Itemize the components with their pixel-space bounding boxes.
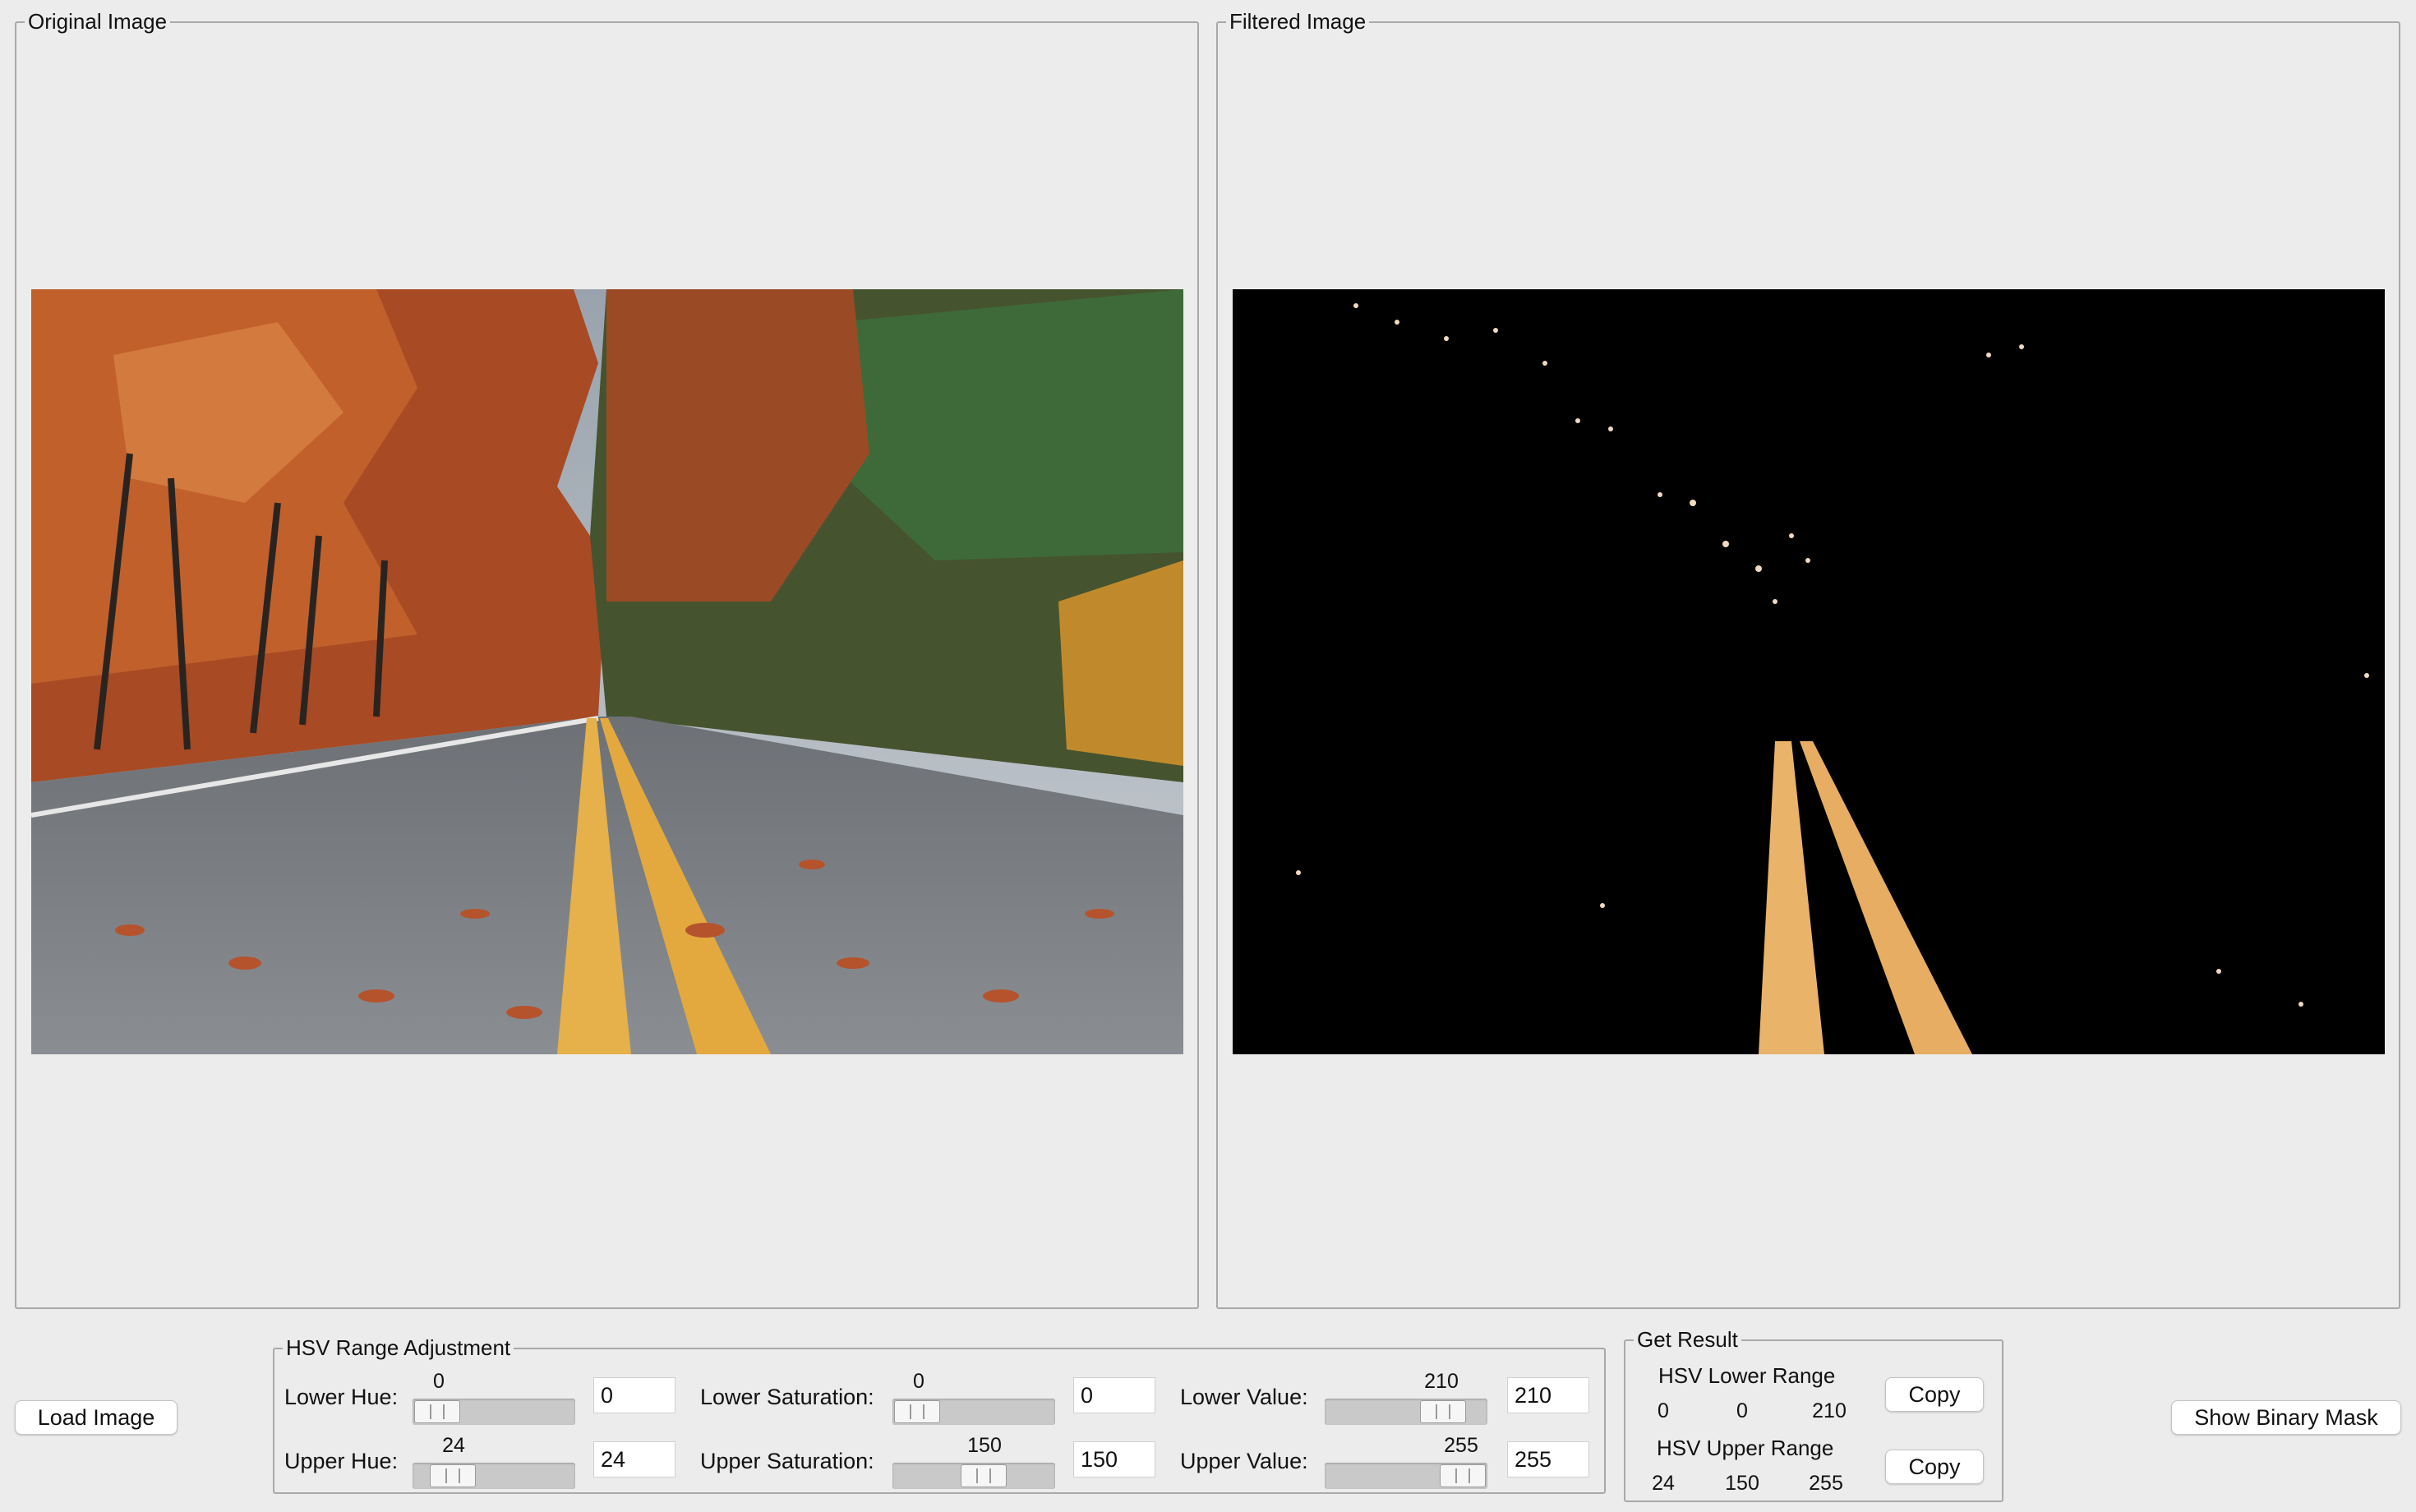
- lower-hue-slider-value: 0: [433, 1370, 445, 1393]
- lower-saturation-input[interactable]: [1073, 1377, 1155, 1413]
- hsv-range-adjustment-title: HSV Range Adjustment: [283, 1335, 514, 1360]
- upper-hue-slider-thumb[interactable]: [429, 1464, 476, 1487]
- upper-hue-slider[interactable]: [413, 1463, 575, 1489]
- hsv-lower-h-value: 0: [1658, 1399, 1669, 1422]
- lower-value-input[interactable]: [1507, 1377, 1589, 1413]
- lower-hue-slider-thumb[interactable]: [414, 1400, 460, 1423]
- load-image-button[interactable]: Load Image: [15, 1400, 178, 1435]
- lower-hue-label: Lower Hue:: [284, 1385, 399, 1409]
- upper-saturation-slider-value: 150: [967, 1434, 1002, 1457]
- upper-value-label: Upper Value:: [1180, 1449, 1308, 1473]
- upper-hue-label: Upper Hue:: [284, 1449, 399, 1473]
- copy-lower-range-button[interactable]: Copy: [1885, 1377, 1984, 1412]
- lower-hue-input[interactable]: [593, 1377, 675, 1413]
- hsv-lower-s-value: 0: [1736, 1399, 1748, 1422]
- filtered-image-title: Filtered Image: [1226, 9, 1370, 34]
- hsv-upper-v-value: 255: [1809, 1472, 1843, 1495]
- get-result-title: Get Result: [1634, 1327, 1741, 1352]
- upper-saturation-input[interactable]: [1073, 1441, 1155, 1477]
- lower-saturation-slider-value: 0: [913, 1370, 924, 1393]
- upper-value-input[interactable]: [1507, 1441, 1589, 1477]
- lower-value-label: Lower Value:: [1180, 1385, 1308, 1409]
- hsv-upper-range-label: HSV Upper Range: [1657, 1436, 1834, 1460]
- lower-saturation-slider-thumb[interactable]: [894, 1400, 940, 1423]
- upper-value-slider-thumb[interactable]: [1440, 1464, 1486, 1487]
- hsv-upper-h-value: 24: [1652, 1472, 1675, 1495]
- upper-saturation-slider[interactable]: [892, 1463, 1055, 1489]
- hsv-upper-s-value: 150: [1725, 1472, 1759, 1495]
- original-image-title: Original Image: [25, 9, 171, 34]
- upper-saturation-slider-thumb[interactable]: [961, 1464, 1007, 1487]
- upper-saturation-label: Upper Saturation:: [700, 1449, 874, 1473]
- lower-saturation-label: Lower Saturation:: [700, 1385, 874, 1409]
- filtered-image: [1233, 289, 2385, 1054]
- copy-upper-range-button[interactable]: Copy: [1885, 1450, 1984, 1484]
- lower-value-slider-thumb[interactable]: [1419, 1400, 1466, 1423]
- hsv-lower-v-value: 210: [1812, 1399, 1847, 1422]
- upper-value-slider[interactable]: [1325, 1463, 1487, 1489]
- show-binary-mask-button[interactable]: Show Binary Mask: [2171, 1400, 2401, 1435]
- lower-hue-slider[interactable]: [413, 1399, 575, 1425]
- lower-saturation-slider[interactable]: [892, 1399, 1055, 1425]
- upper-hue-slider-value: 24: [442, 1434, 465, 1457]
- lower-value-slider[interactable]: [1325, 1399, 1487, 1425]
- upper-hue-input[interactable]: [593, 1441, 675, 1477]
- original-image: [31, 289, 1183, 1054]
- lower-value-slider-value: 210: [1424, 1370, 1459, 1393]
- hsv-lower-range-label: HSV Lower Range: [1658, 1363, 1836, 1388]
- upper-value-slider-value: 255: [1444, 1434, 1478, 1457]
